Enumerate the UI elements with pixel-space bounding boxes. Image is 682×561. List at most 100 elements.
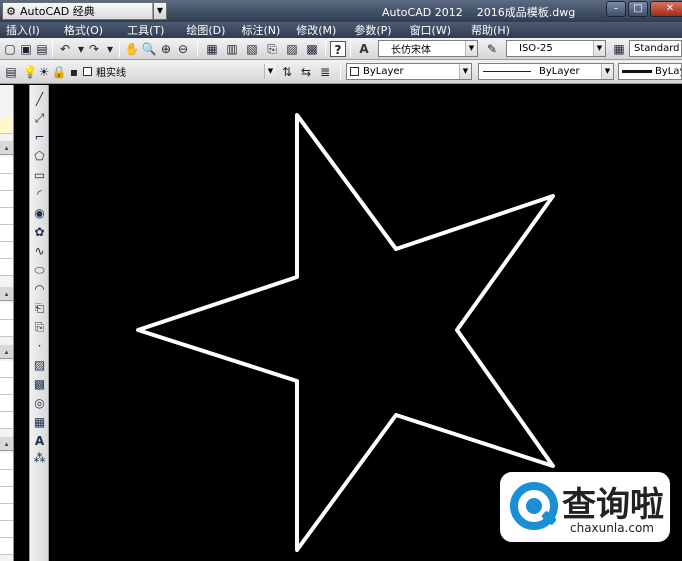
- polyline-icon[interactable]: ⌐: [31, 129, 48, 146]
- help-icon[interactable]: ?: [330, 41, 346, 57]
- table-style-icon[interactable]: ▦: [611, 41, 627, 57]
- palette-row[interactable]: [0, 361, 13, 378]
- minimize-button[interactable]: –: [606, 1, 626, 17]
- zoom-previous-icon[interactable]: ⊖: [175, 41, 191, 57]
- rectangle-icon[interactable]: ▭: [31, 167, 48, 184]
- palette-row[interactable]: [0, 242, 13, 259]
- arc-icon[interactable]: ◜: [31, 186, 48, 203]
- palette-row[interactable]: [0, 538, 13, 555]
- color-select[interactable]: ByLayer ▼: [346, 63, 472, 80]
- table-icon[interactable]: ▦: [31, 414, 48, 431]
- palette-row[interactable]: [0, 157, 13, 174]
- layer-select[interactable]: 粗实线 ▼: [80, 63, 276, 80]
- palette-section-header[interactable]: ▴: [0, 345, 13, 359]
- chevron-down-icon[interactable]: ▼: [601, 64, 613, 79]
- add-selected-icon[interactable]: ⁂: [31, 450, 48, 467]
- palette-row[interactable]: [0, 191, 13, 208]
- sun-icon[interactable]: ☀: [36, 64, 52, 80]
- layer-states-icon[interactable]: ≣: [317, 64, 333, 80]
- palette-row[interactable]: [0, 303, 13, 320]
- menu-help[interactable]: 帮助(H): [465, 22, 516, 38]
- palette-section-header[interactable]: ▴: [0, 141, 13, 155]
- palette-row[interactable]: [0, 412, 13, 429]
- palette-row[interactable]: [0, 259, 13, 276]
- circle-icon[interactable]: ◉: [31, 205, 48, 222]
- redo-dropdown-icon[interactable]: ▾: [102, 41, 118, 57]
- palette-row[interactable]: [0, 453, 13, 470]
- ellipse-arc-icon[interactable]: ◠: [31, 281, 48, 298]
- pan-hand-icon[interactable]: ✋: [124, 41, 140, 57]
- line-icon[interactable]: ╱: [31, 91, 48, 108]
- watermark-site: chaxunla.com: [570, 521, 654, 535]
- save-icon[interactable]: ▤: [34, 41, 50, 57]
- ellipse-icon[interactable]: ⬭: [31, 262, 48, 279]
- calculator-icon[interactable]: ▩: [304, 41, 320, 57]
- dim-style-icon[interactable]: ✎: [484, 41, 500, 57]
- properties-icon[interactable]: ▦: [204, 41, 220, 57]
- watermark: 查询啦 chaxunla.com: [500, 472, 670, 542]
- linetype-select[interactable]: ByLayer ▼: [478, 63, 614, 80]
- menu-draw[interactable]: 绘图(D): [180, 22, 231, 38]
- zoom-realtime-icon[interactable]: 🔍: [141, 41, 157, 57]
- new-file-icon[interactable]: ▢: [2, 41, 18, 57]
- palette-section-header[interactable]: ▴: [0, 437, 13, 451]
- point-icon[interactable]: ·: [31, 338, 48, 355]
- open-file-icon[interactable]: ▣: [18, 41, 34, 57]
- design-center-icon[interactable]: ▥: [224, 41, 240, 57]
- make-block-icon[interactable]: ⎘: [31, 319, 48, 336]
- menu-parametric[interactable]: 参数(P): [348, 22, 397, 38]
- palette-row[interactable]: [0, 470, 13, 487]
- gradient-icon[interactable]: ▩: [31, 376, 48, 393]
- palette-row[interactable]: [0, 225, 13, 242]
- chevron-down-icon[interactable]: ▼: [593, 41, 605, 56]
- workspace-select[interactable]: ⚙ AutoCAD 经典 ▼: [2, 2, 165, 20]
- text-style-select[interactable]: 长仿宋体 ▼: [378, 40, 478, 57]
- menu-dimension[interactable]: 标注(N): [235, 22, 286, 38]
- hatch-icon[interactable]: ▨: [31, 357, 48, 374]
- palette-row[interactable]: [0, 174, 13, 191]
- maximize-button[interactable]: □: [628, 1, 648, 17]
- palette-row[interactable]: [0, 487, 13, 504]
- undo-icon[interactable]: ↶: [57, 41, 73, 57]
- layer-manager-icon[interactable]: ▤: [3, 64, 19, 80]
- palette-section-header[interactable]: ▴: [0, 287, 13, 301]
- menu-format[interactable]: 格式(O): [58, 22, 109, 38]
- insert-block-icon[interactable]: ⎗: [31, 300, 48, 317]
- chevron-down-icon[interactable]: ▼: [465, 41, 477, 56]
- table-style-select[interactable]: Standard: [629, 40, 682, 57]
- markup-icon[interactable]: ▨: [284, 41, 300, 57]
- lineweight-select[interactable]: ByLay: [618, 63, 682, 80]
- star-shape[interactable]: [136, 113, 555, 552]
- dim-style-select[interactable]: ISO-25 ▼: [506, 40, 606, 57]
- palette-row[interactable]: [0, 395, 13, 412]
- construction-line-icon[interactable]: ⤢: [31, 110, 48, 127]
- sheet-set-icon[interactable]: ⎘: [264, 41, 280, 57]
- layer-previous-icon[interactable]: ⇆: [298, 64, 314, 80]
- palette-row[interactable]: [0, 320, 13, 337]
- make-current-layer-icon[interactable]: ⇅: [279, 64, 295, 80]
- quick-select-icon[interactable]: [0, 117, 13, 134]
- menu-tools[interactable]: 工具(T): [121, 22, 170, 38]
- menu-modify[interactable]: 修改(M): [290, 22, 342, 38]
- palette-row[interactable]: [0, 521, 13, 538]
- lock-icon[interactable]: 🔒: [51, 64, 67, 80]
- multiline-text-icon[interactable]: A: [31, 433, 48, 450]
- chevron-down-icon[interactable]: ▼: [459, 64, 471, 79]
- palette-row[interactable]: [0, 208, 13, 225]
- chevron-down-icon[interactable]: ▼: [264, 64, 276, 79]
- palette-row[interactable]: [0, 378, 13, 395]
- polygon-icon[interactable]: ⬠: [31, 148, 48, 165]
- menu-insert[interactable]: 插入(I): [0, 22, 46, 38]
- palette-row[interactable]: [0, 504, 13, 521]
- spline-icon[interactable]: ∿: [31, 243, 48, 260]
- quick-access-dropdown[interactable]: ▼: [153, 2, 167, 20]
- tool-palettes-icon[interactable]: ▧: [244, 41, 260, 57]
- zoom-window-icon[interactable]: ⊕: [158, 41, 174, 57]
- layer-value: 粗实线: [96, 68, 126, 79]
- region-icon[interactable]: ◎: [31, 395, 48, 412]
- redo-icon[interactable]: ↷: [86, 41, 102, 57]
- revision-cloud-icon[interactable]: ✿: [31, 224, 48, 241]
- menu-window[interactable]: 窗口(W): [404, 22, 457, 38]
- close-button[interactable]: ✕: [650, 1, 682, 17]
- text-style-icon[interactable]: A: [356, 41, 372, 57]
